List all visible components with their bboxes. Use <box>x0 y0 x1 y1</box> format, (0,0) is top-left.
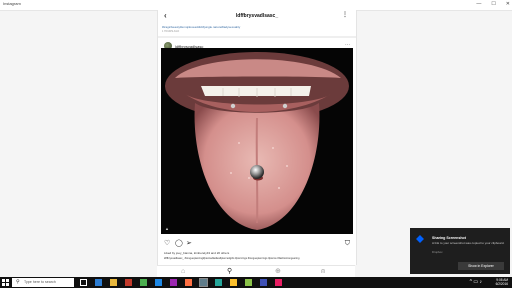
home-icon[interactable]: ⌂ <box>181 267 185 276</box>
app-icon-lime[interactable] <box>245 279 252 286</box>
start-button[interactable] <box>2 279 9 286</box>
likes-text[interactable]: Liked by joey_bianna, kimberely43 and 20… <box>164 251 229 255</box>
app-icon-blue[interactable] <box>155 279 162 286</box>
taskbar-search-box[interactable]: ⚲ Type here to search <box>12 278 74 287</box>
send-icon[interactable]: ➢ <box>186 240 192 248</box>
task-view-icon[interactable] <box>80 279 87 286</box>
comment-icon[interactable]: ◯ <box>175 240 183 248</box>
window-controls: — ☐ ✕ <box>476 0 510 9</box>
window-title: Instagram <box>3 1 21 6</box>
search-icon[interactable]: ⚲ <box>227 267 232 276</box>
bookmark-icon[interactable]: ⛉ <box>345 240 350 248</box>
app-icon-yellow[interactable] <box>230 279 237 286</box>
heart-icon[interactable]: ♡ <box>164 240 170 248</box>
notification-body: A link to your screenshot was copied to … <box>432 241 505 245</box>
post-actions: ♡ ◯ ➢ ⛉ <box>164 240 350 249</box>
app-icon-indigo[interactable] <box>260 279 267 286</box>
app-icon-orange[interactable] <box>185 279 192 286</box>
profile-title: ldffbrysvadlsasc_ <box>235 13 279 19</box>
close-button[interactable]: ✕ <box>506 0 510 9</box>
system-tray[interactable]: ^ ▭ ♪ <box>470 279 482 285</box>
app-icon-teal[interactable] <box>215 279 222 286</box>
previous-post-time: 1 HOURS AGO <box>162 30 180 33</box>
app-icon-green[interactable] <box>140 279 147 286</box>
edge-icon[interactable] <box>95 279 102 286</box>
maximize-button[interactable]: ☐ <box>491 0 495 9</box>
add-icon[interactable]: ⊕ <box>275 267 281 276</box>
profile-header: ‹ ldffbrysvadlsasc_ ⋮ <box>158 10 356 22</box>
clock-date: 6/2/2016 <box>495 282 508 287</box>
file-explorer-icon[interactable] <box>110 279 117 286</box>
dropbox-notification[interactable]: Sharing Screenshot A link to your screen… <box>410 228 510 274</box>
app-icon-pink[interactable] <box>275 279 282 286</box>
dropbox-icon <box>416 235 424 243</box>
instagram-taskbar-icon[interactable] <box>199 278 208 287</box>
previous-post-hashtags[interactable]: #tragicbeauty#emojiloveaddict#jungle.nat… <box>162 25 240 29</box>
notification-title: Sharing Screenshot <box>432 236 466 240</box>
clock[interactable]: 9:08 AM 6/2/2016 <box>496 278 508 286</box>
post-divider <box>158 36 356 38</box>
svg-text:▲: ▲ <box>165 226 169 231</box>
notification-source: Dropbox <box>432 250 443 254</box>
search-icon: ⚲ <box>16 279 20 285</box>
post-photo[interactable]: ▲ <box>161 48 353 234</box>
feed-panel: ‹ ldffbrysvadlsasc_ ⋮ #tragicbeauty#emoj… <box>157 10 357 265</box>
minimize-button[interactable]: — <box>476 0 481 9</box>
taskbar-search-placeholder: Type here to search <box>24 280 56 284</box>
tongue-piercing-photo: ▲ <box>161 48 353 234</box>
taskbar: ⚲ Type here to search ^ ▭ ♪ 9:08 AM 6/2/… <box>0 277 512 288</box>
store-icon[interactable] <box>125 279 132 286</box>
app-icon-purple[interactable] <box>170 279 177 286</box>
back-arrow-icon[interactable]: ‹ <box>164 11 167 21</box>
post-caption: ldffbrysvadlsasc_ #tonguepiercing#pierce… <box>164 257 300 260</box>
show-in-explorer-button[interactable]: Show in Explorer <box>458 262 504 270</box>
profile-icon[interactable]: ⍝ <box>321 267 325 276</box>
more-options-icon[interactable]: ⋮ <box>342 10 348 20</box>
